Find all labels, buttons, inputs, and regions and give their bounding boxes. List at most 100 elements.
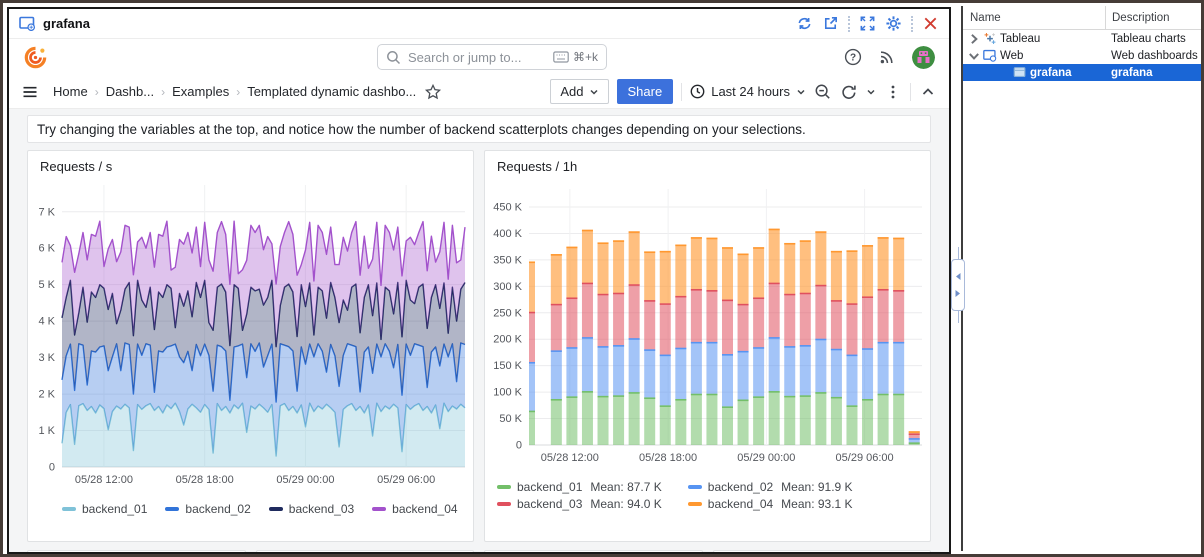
legend-item-backend_02[interactable]: backend_02 — [165, 502, 250, 516]
explorer-sidebar: Name Description TableauTableau chartsWe… — [961, 6, 1204, 551]
tableau-icon — [983, 32, 997, 45]
outer-frame: grafana Search or jump to... ⌘+k — [0, 0, 1204, 557]
open-external-icon[interactable] — [822, 15, 839, 32]
tree-row-web[interactable]: WebWeb dashboards — [963, 47, 1204, 64]
legend-item-backend_04[interactable]: backend_04Mean: 93.1 K — [688, 497, 853, 511]
kebab-menu-icon[interactable] — [884, 83, 902, 101]
timeseries-chart[interactable]: 01 K2 K3 K4 K5 K6 K7 K05/28 12:0005/28 1… — [28, 177, 471, 495]
svg-text:7 K: 7 K — [38, 206, 55, 218]
legend-label: backend_03 — [517, 497, 582, 511]
tree-row-name: Tableau — [963, 32, 1105, 46]
svg-text:05/29 06:00: 05/29 06:00 — [377, 474, 435, 486]
refresh-icon[interactable] — [840, 83, 858, 101]
search-shortcut: ⌘+k — [553, 50, 598, 64]
svg-text:05/28 18:00: 05/28 18:00 — [639, 452, 697, 464]
legend-swatch — [62, 507, 76, 511]
legend-label: backend_01 — [82, 502, 147, 516]
favorite-star-icon[interactable] — [424, 83, 442, 101]
breadcrumb-item[interactable]: Home — [53, 84, 88, 99]
tree-row-name: grafana — [963, 66, 1105, 79]
window-app-icon — [19, 16, 36, 31]
svg-text:450 K: 450 K — [493, 202, 522, 214]
legend-swatch — [688, 502, 702, 506]
legend-mean-value: Mean: 94.0 K — [590, 497, 661, 511]
panel-splitter-handle[interactable] — [951, 259, 965, 311]
legend-mean-value: Mean: 93.1 K — [781, 497, 852, 511]
legend-swatch — [497, 485, 511, 489]
share-button-label: Share — [628, 84, 663, 99]
legend-swatch — [372, 507, 386, 511]
settings-gear-icon[interactable] — [885, 15, 902, 32]
partial-panel — [484, 550, 703, 552]
svg-text:400 K: 400 K — [493, 228, 522, 240]
share-button[interactable]: Share — [617, 79, 674, 104]
help-icon[interactable]: ? — [844, 48, 862, 66]
breadcrumb: Home›Dashb...›Examples›Templated dynamic… — [53, 84, 416, 99]
legend-item-backend_04[interactable]: backend_04 — [372, 502, 457, 516]
legend-item-backend_02[interactable]: backend_02Mean: 91.9 K — [688, 480, 853, 494]
legend-item-backend_03[interactable]: backend_03 — [269, 502, 354, 516]
add-button[interactable]: Add — [550, 79, 608, 104]
breadcrumb-item[interactable]: Examples — [172, 84, 229, 99]
breadcrumb-separator: › — [95, 85, 99, 99]
svg-text:250 K: 250 K — [493, 307, 522, 319]
search-input[interactable]: Search or jump to... ⌘+k — [377, 44, 607, 70]
svg-text:350 K: 350 K — [493, 254, 522, 266]
collapse-right-icon[interactable] — [954, 289, 962, 298]
tree-chevron-icon[interactable] — [967, 32, 981, 46]
tree-chevron-icon[interactable] — [967, 49, 981, 63]
legend-mean-value: Mean: 87.7 K — [590, 480, 661, 494]
breadcrumb-item[interactable]: Templated dynamic dashbo... — [247, 84, 416, 99]
svg-text:3 K: 3 K — [38, 352, 55, 364]
panels-row: Requests / s 01 K2 K3 K4 K5 K6 K7 K05/28… — [27, 150, 931, 542]
time-range-picker[interactable]: Last 24 hours — [690, 84, 806, 99]
breadcrumb-item[interactable]: Dashb... — [106, 84, 154, 99]
partial-panel — [27, 550, 246, 552]
stacked-bar-chart[interactable]: 050 K100 K150 K200 K250 K300 K350 K400 K… — [485, 177, 928, 473]
next-panels-row-partial — [27, 550, 931, 552]
legend-swatch — [497, 502, 511, 506]
svg-text:05/29 06:00: 05/29 06:00 — [836, 452, 894, 464]
dotted-separator — [911, 16, 913, 32]
breadcrumb-separator: › — [236, 85, 240, 99]
panel-requests-per-1h: Requests / 1h 050 K100 K150 K200 K250 K3… — [484, 150, 931, 542]
user-avatar[interactable] — [912, 46, 935, 69]
svg-text:6 K: 6 K — [38, 243, 55, 255]
clock-icon — [690, 84, 705, 99]
close-icon[interactable] — [922, 15, 939, 32]
refresh-interval-chevron-icon[interactable] — [866, 83, 876, 101]
legend-label: backend_02 — [185, 502, 250, 516]
fullscreen-icon[interactable] — [859, 15, 876, 32]
tree-row-tableau[interactable]: TableauTableau charts — [963, 30, 1204, 47]
collapse-toolbar-icon[interactable] — [919, 83, 937, 101]
column-header-description[interactable]: Description — [1105, 6, 1204, 29]
toolbar-divider — [681, 83, 682, 101]
add-button-label: Add — [560, 84, 583, 99]
svg-text:50 K: 50 K — [499, 413, 522, 425]
tree-row-grafana[interactable]: grafanagrafana — [963, 64, 1204, 81]
sync-icon[interactable] — [796, 15, 813, 32]
menu-hamburger-icon[interactable] — [21, 83, 39, 101]
panel-title[interactable]: Requests / 1h — [485, 151, 930, 177]
legend-item-backend_01[interactable]: backend_01Mean: 87.7 K — [497, 480, 662, 494]
legend-item-backend_01[interactable]: backend_01 — [62, 502, 147, 516]
partial-panel — [713, 550, 932, 552]
tree-row-label: grafana — [1030, 67, 1072, 79]
zoom-out-icon[interactable] — [814, 83, 832, 101]
svg-text:150 K: 150 K — [493, 360, 522, 372]
collapse-left-icon[interactable] — [954, 272, 962, 281]
svg-text:4 K: 4 K — [38, 316, 55, 328]
chart-legend: backend_01 backend_02 backend_03 backend_04 — [28, 500, 473, 516]
dotted-separator — [848, 16, 850, 32]
webwin-icon — [983, 49, 997, 62]
legend-item-backend_03[interactable]: backend_03 Mean: 94.0 K — [497, 497, 662, 511]
news-rss-icon[interactable] — [878, 48, 896, 66]
svg-text:0: 0 — [49, 462, 55, 474]
column-header-name[interactable]: Name — [963, 12, 1105, 24]
panel-title[interactable]: Requests / s — [28, 151, 473, 177]
grafana-logo[interactable] — [23, 45, 48, 70]
svg-text:100 K: 100 K — [493, 387, 522, 399]
info-text-panel: Try changing the variables at the top, a… — [27, 115, 931, 143]
svg-text:?: ? — [850, 52, 856, 63]
svg-text:200 K: 200 K — [493, 334, 522, 346]
